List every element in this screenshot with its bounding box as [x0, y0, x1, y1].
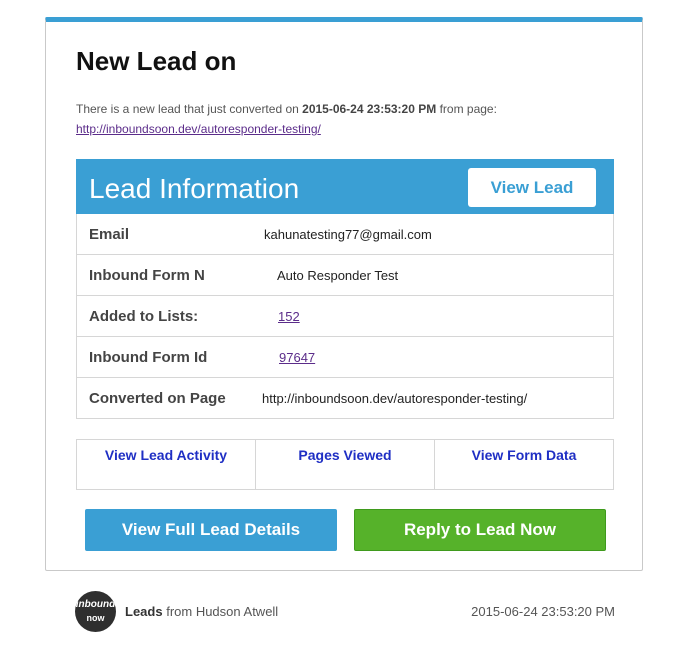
info-value: http://inboundsoon.dev/autoresponder-tes…	[262, 391, 528, 406]
info-row-form-name: Inbound Form N Auto Responder Test	[77, 254, 613, 295]
list-id-link[interactable]: 152	[278, 309, 300, 324]
form-id-link[interactable]: 97647	[279, 350, 315, 365]
page-url-link[interactable]: http://inboundsoon.dev/autoresponder-tes…	[76, 122, 321, 136]
view-lead-button[interactable]: View Lead	[468, 168, 596, 207]
from-text: from Hudson Atwell	[166, 604, 279, 619]
intro-text: There is a new lead that just converted …	[76, 99, 616, 139]
info-row-email: Email kahunatesting77@gmail.com	[77, 214, 613, 254]
lead-info-table: Email kahunatesting77@gmail.com Inbound …	[76, 214, 614, 419]
info-label: Added to Lists:	[89, 308, 199, 325]
info-label: Inbound Form Id	[89, 349, 208, 366]
info-label: Inbound Form N	[89, 267, 205, 284]
info-row-converted-page: Converted on Page http://inboundsoon.dev…	[77, 377, 613, 418]
logo-bottom-text: now	[86, 613, 105, 623]
view-full-lead-details-button[interactable]: View Full Lead Details	[85, 509, 337, 551]
info-value: kahunatesting77@gmail.com	[264, 227, 432, 242]
view-form-data-link[interactable]: View Form Data	[434, 440, 613, 489]
reply-to-lead-button[interactable]: Reply to Lead Now	[354, 509, 606, 551]
view-lead-activity-link[interactable]: View Lead Activity	[77, 440, 255, 489]
lead-info-header: Lead Information View Lead	[76, 159, 614, 214]
converted-datetime: 2015-06-24 23:53:20 PM	[302, 102, 437, 116]
app-name: Leads	[125, 604, 163, 619]
pages-viewed-link[interactable]: Pages Viewed	[255, 440, 434, 489]
info-row-lists: Added to Lists: 152	[77, 295, 613, 336]
inbound-now-logo: inbound now	[75, 591, 116, 632]
lead-info-heading: Lead Information	[89, 173, 300, 204]
footer-sender: Leads from Hudson Atwell	[125, 604, 278, 619]
info-row-form-id: Inbound Form Id 97647	[77, 336, 613, 377]
info-label: Converted on Page	[89, 390, 226, 407]
email-footer: inbound now Leads from Hudson Atwell 201…	[75, 591, 620, 633]
email-title: New Lead on	[76, 46, 237, 76]
logo-top-text: inbound	[75, 599, 116, 610]
intro-suffix: from page:	[439, 102, 497, 116]
info-value: Auto Responder Test	[277, 268, 399, 283]
footer-date: 2015-06-24 23:53:20 PM	[471, 604, 615, 619]
info-label: Email	[89, 226, 130, 243]
intro-prefix: There is a new lead that just converted …	[76, 102, 299, 116]
quick-links: View Lead Activity Pages Viewed View For…	[76, 439, 614, 490]
email-card: New Lead on There is a new lead that jus…	[45, 17, 643, 571]
